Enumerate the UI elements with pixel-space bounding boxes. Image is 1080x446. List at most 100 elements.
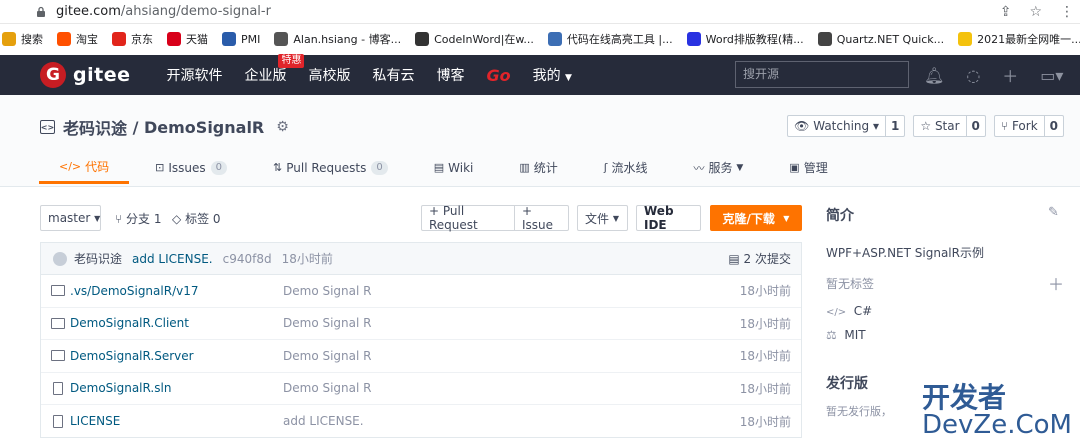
repo-name[interactable]: DemoSignalR (144, 118, 264, 137)
lightbulb-icon[interactable]: ◌ (966, 66, 980, 85)
nav-item-private-cloud[interactable]: 私有云 (372, 65, 414, 85)
file-time: 18小时前 (739, 381, 791, 396)
branch-icon: ⑂ (115, 212, 123, 226)
bookmark-item[interactable]: 代码在线高亮工具 |... (547, 31, 673, 47)
lock-icon (37, 6, 45, 17)
file-commit-message[interactable]: add LICENSE. (283, 414, 364, 428)
pipeline-icon: ʃ (603, 161, 608, 174)
commit-author[interactable]: 老码识途 (74, 250, 122, 267)
branch-select[interactable]: master ▼ (40, 205, 101, 231)
tab-services[interactable]: 〰服务 ▼ (694, 151, 744, 184)
wiki-icon: ▤ (433, 161, 445, 174)
bookmarks-bar: 搜索 淘宝 京东 天猫 PMI Alan.hsiang - 博客... CodeInWord… (0, 25, 1080, 53)
file-commit-message[interactable]: Demo Signal R (283, 381, 371, 395)
nav-item-enterprise[interactable]: 企业版 特惠 (244, 54, 305, 85)
tab-stats[interactable]: ▥ 统计 (519, 151, 557, 184)
edit-icon[interactable]: ✎ (1048, 205, 1059, 220)
nav-item-blog[interactable]: 博客 (436, 65, 464, 85)
folder-icon (51, 285, 65, 297)
file-name-link[interactable]: .vs/DemoSignalR/v17 (70, 284, 198, 298)
share-icon[interactable]: ⇪ (1000, 4, 1012, 20)
repo-owner[interactable]: 老码识途 (63, 115, 127, 139)
tab-manage[interactable]: ▣ 管理 (789, 151, 827, 184)
file-commit-message[interactable]: Demo Signal R (283, 284, 371, 298)
tag-icon: ◇ (172, 212, 182, 226)
bookmark-item[interactable]: 天猫 (167, 31, 208, 47)
commit-time: 18小时前 (281, 252, 333, 266)
bookmark-item[interactable]: 淘宝 (57, 31, 98, 47)
clone-download-button[interactable]: 克隆/下载 ▼ (710, 205, 802, 231)
tab-wiki[interactable]: ▤ Wiki (434, 151, 474, 184)
browser-url[interactable]: gitee.com/ahsiang/demo-signal-r (56, 4, 271, 19)
commit-count[interactable]: ▤ 2 次提交 (728, 250, 791, 267)
github-icon (415, 32, 430, 46)
nav-item-mine[interactable]: 我的 ▼ (533, 65, 572, 85)
bookmark-item[interactable]: CodeInWord|在w... (415, 31, 534, 47)
web-ide-button[interactable]: Web IDE (636, 204, 701, 232)
branches-link[interactable]: ⑂ 分支 1 (115, 210, 161, 227)
paw-icon (686, 32, 701, 46)
repo-icon: <> (40, 120, 55, 134)
bell-icon[interactable]: 🔔︎ (924, 66, 944, 85)
pulse-icon: 〰 (693, 161, 705, 175)
commit-hash[interactable]: c940f8d (223, 252, 272, 266)
bookmark-item[interactable]: 2021最新全网唯一... (958, 31, 1080, 47)
bookmark-item[interactable]: Alan.hsiang - 博客... (274, 31, 401, 47)
pull-request-icon: ⇅ (273, 161, 283, 174)
add-tag-icon[interactable]: ＋ (1048, 271, 1064, 295)
star-button[interactable]: ☆ Star 0 (913, 115, 986, 137)
file-name-link[interactable]: LICENSE (70, 414, 120, 428)
avatar[interactable] (53, 251, 67, 266)
nav-item-university[interactable]: 高校版 (308, 65, 350, 85)
bookmark-item[interactable]: Word排版教程(精... (686, 31, 804, 47)
nav-item-go[interactable]: Go (486, 66, 510, 85)
file-name-link[interactable]: DemoSignalR.sln (70, 381, 171, 395)
file-commit-message[interactable]: Demo Signal R (283, 316, 371, 330)
tmall-icon (167, 32, 181, 46)
file-commit-message[interactable]: Demo Signal R (283, 349, 371, 363)
repo-description: WPF+ASP.NET SignalR示例 (826, 246, 984, 260)
table-row: DemoSignalR.Server Demo Signal R 18小时前 (41, 340, 801, 373)
repo-license[interactable]: ⚖ MIT (826, 328, 866, 342)
file-name-link[interactable]: DemoSignalR.Client (70, 316, 189, 330)
caret-down-icon: ▼ (612, 213, 619, 223)
file-time: 18小时前 (739, 284, 791, 299)
repo-language[interactable]: </> C# (826, 304, 872, 318)
browser-address-bar[interactable]: gitee.com/ahsiang/demo-signal-r ⇪ ☆ ⋮ (0, 0, 1080, 24)
eye-icon: 👁︎ (794, 119, 810, 133)
tab-pipeline[interactable]: ʃ 流水线 (604, 151, 648, 184)
bookmark-item[interactable]: 搜索 (2, 31, 43, 47)
bookmark-item[interactable]: Quartz.NET Quick... (817, 32, 944, 46)
special-offer-badge: 特惠 (278, 54, 305, 68)
tags-link[interactable]: ◇ 标签 0 (172, 210, 221, 227)
bookmark-item[interactable]: 京东 (112, 31, 153, 47)
nav-item-open-source[interactable]: 开源软件 (166, 65, 222, 85)
tab-issues[interactable]: ⊡ Issues 0 (155, 151, 228, 184)
bookmark-star-icon[interactable]: ☆ (1029, 4, 1042, 20)
file-name-link[interactable]: DemoSignalR.Server (70, 349, 194, 363)
pull-request-button[interactable]: + Pull Request (421, 204, 515, 232)
file-time: 18小时前 (739, 349, 791, 364)
plus-icon[interactable]: ＋ (1002, 63, 1018, 87)
nav-search-input[interactable]: 搜开源 (735, 61, 909, 88)
repo-title: <> 老码识途 / DemoSignalR ⚙ (40, 115, 289, 139)
tab-pull-requests[interactable]: ⇅ Pull Requests 0 (273, 151, 388, 184)
file-list: 老码识途 add LICENSE. c940f8d 18小时前 ▤ 2 次提交 … (40, 242, 802, 438)
file-icon (53, 414, 63, 428)
gitee-logo[interactable]: G gitee (40, 62, 130, 88)
fork-button[interactable]: ⑂ Fork 0 (993, 115, 1064, 137)
commit-message[interactable]: add LICENSE. (132, 252, 213, 266)
more-icon[interactable]: ⋮ (1060, 4, 1074, 20)
watch-button[interactable]: 👁︎ Watching ▾ 1 (787, 115, 906, 137)
avatar[interactable]: ▭▾ (1040, 66, 1063, 85)
caret-down-icon: ▼ (565, 73, 572, 83)
issue-button[interactable]: + Issue (514, 204, 569, 232)
file-time: 18小时前 (739, 316, 791, 331)
scale-icon: ⚖ (826, 328, 837, 342)
file-button[interactable]: 文件 ▼ (577, 205, 628, 231)
bookmark-item[interactable]: PMI (222, 32, 260, 46)
quartz-icon (817, 32, 832, 46)
tab-code[interactable]: </> 代码 (39, 151, 130, 184)
watermark: 开发者 DevZe.CoM (922, 381, 1072, 440)
folder-icon (51, 317, 65, 329)
